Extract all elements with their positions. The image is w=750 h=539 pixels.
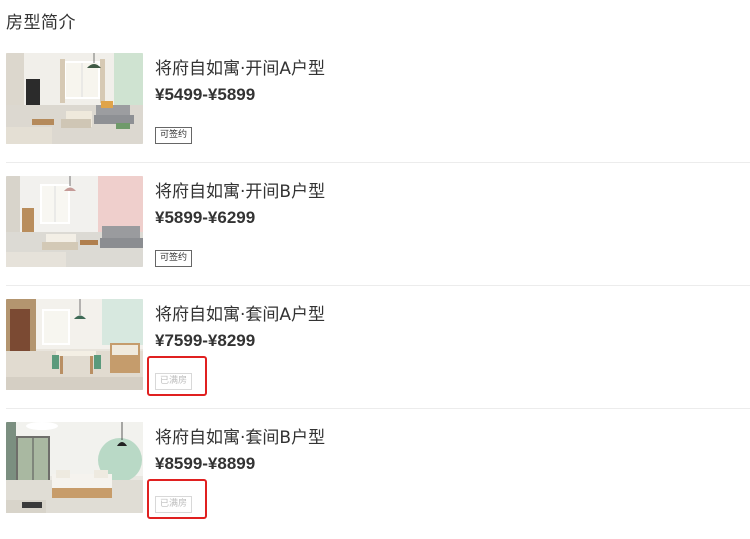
room-photo-studio-b[interactable]	[6, 176, 143, 267]
room-photo-suite-b[interactable]	[6, 422, 143, 513]
status-badge: 可签约	[155, 250, 193, 267]
room-name[interactable]: 将府自如寓·开间A户型	[155, 58, 325, 80]
room-card-studio-b[interactable]: 将府自如寓·开间B户型 ¥5899-¥6299 可签约	[6, 163, 750, 286]
room-price: ¥5899-¥6299	[155, 208, 256, 227]
room-list: 将府自如寓·开间A户型 ¥5499-¥5899 可签约 将府自如寓·开间B户型 …	[6, 40, 750, 531]
room-info: 将府自如寓·开间A户型 ¥5499-¥5899 可签约	[155, 58, 325, 144]
room-photo-suite-a[interactable]	[6, 299, 143, 390]
room-info: 将府自如寓·套间B户型 ¥8599-¥8899 已满房	[147, 427, 325, 519]
room-photo-studio-a[interactable]	[6, 53, 143, 144]
room-info: 将府自如寓·开间B户型 ¥5899-¥6299 可签约	[155, 181, 325, 267]
room-card-suite-b[interactable]: 将府自如寓·套间B户型 ¥8599-¥8899 已满房	[6, 409, 750, 531]
room-card-studio-a[interactable]: 将府自如寓·开间A户型 ¥5499-¥5899 可签约	[6, 40, 750, 163]
room-card-suite-a[interactable]: 将府自如寓·套间A户型 ¥7599-¥8299 已满房	[6, 286, 750, 409]
room-name[interactable]: 将府自如寓·套间B户型	[155, 427, 325, 449]
status-badge: 已满房	[155, 496, 193, 513]
status-badge: 已满房	[155, 373, 193, 390]
room-price: ¥7599-¥8299	[155, 331, 256, 350]
room-info: 将府自如寓·套间A户型 ¥7599-¥8299 已满房	[147, 304, 325, 396]
status-badge: 可签约	[155, 127, 193, 144]
section-title: 房型简介	[6, 13, 76, 33]
room-price: ¥5499-¥5899	[155, 85, 256, 104]
room-name[interactable]: 将府自如寓·套间A户型	[155, 304, 325, 326]
room-name[interactable]: 将府自如寓·开间B户型	[155, 181, 325, 203]
room-price: ¥8599-¥8899	[155, 454, 256, 473]
